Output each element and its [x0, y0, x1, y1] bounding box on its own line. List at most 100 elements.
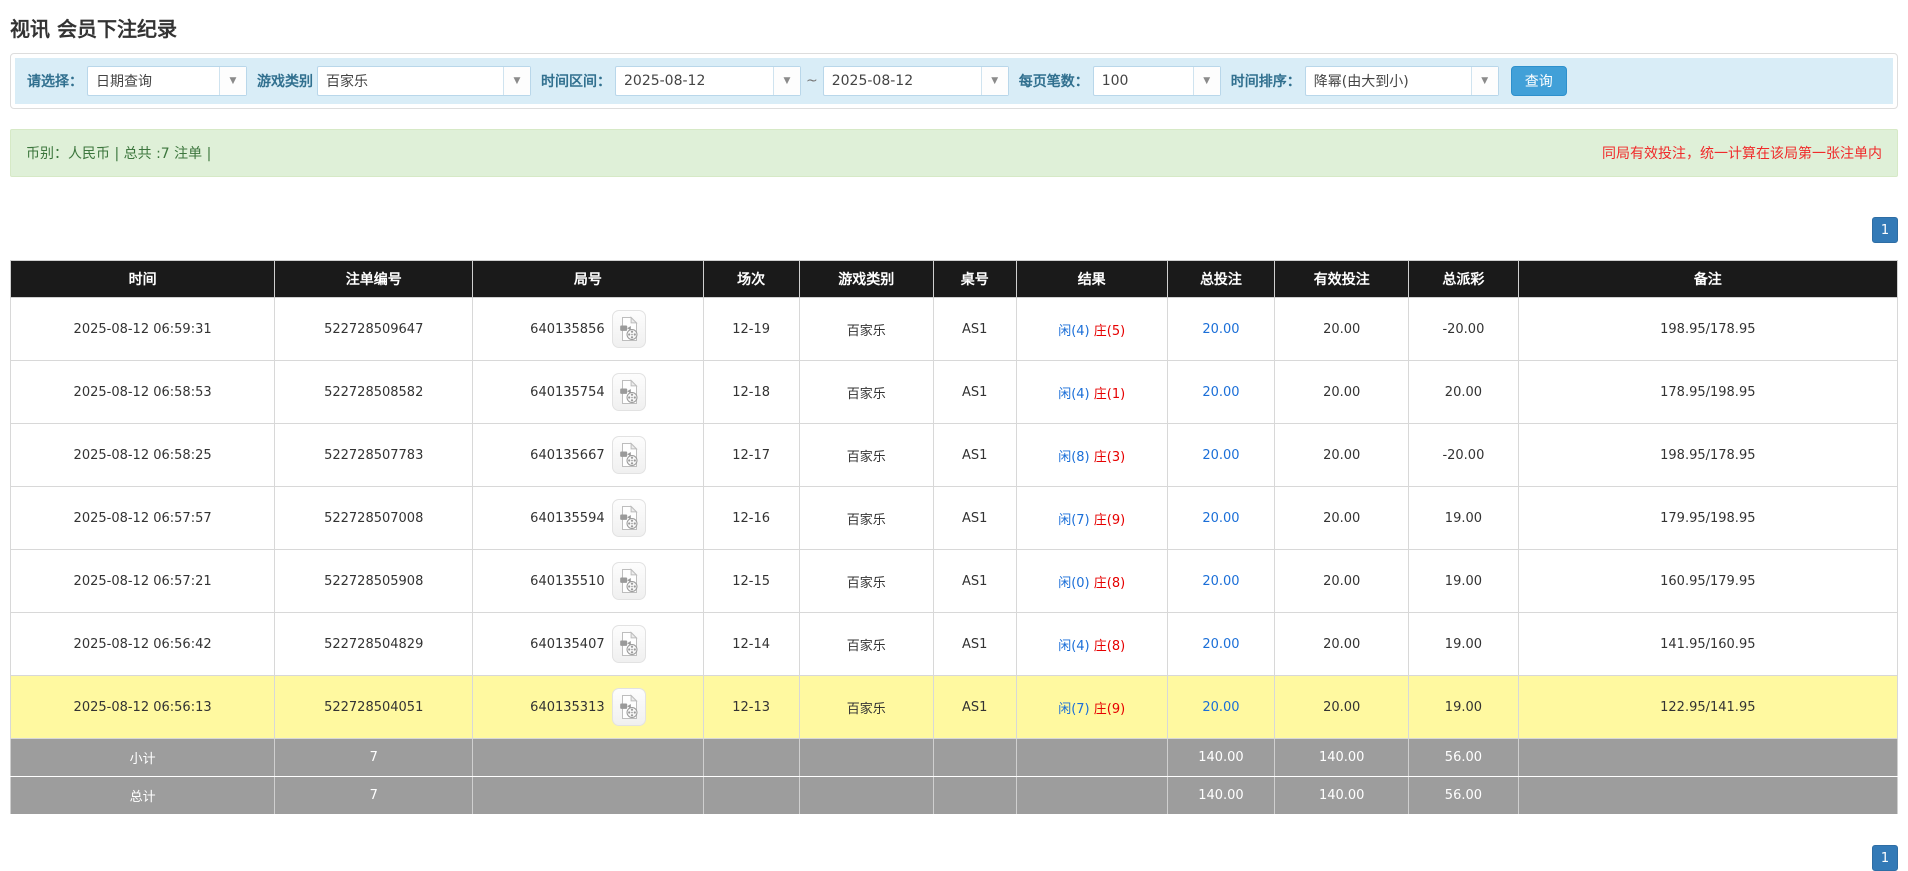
round-id-text: 640135667	[530, 448, 604, 463]
result-player: 闲(7)	[1058, 513, 1089, 528]
cell-game-type: 百家乐	[799, 424, 933, 487]
time-sort-value: 降幂(由大到小)	[1306, 67, 1471, 95]
cell-bet-id: 522728509647	[275, 298, 473, 361]
total-bet-link[interactable]: 20.00	[1202, 385, 1239, 400]
total-row-label: 总计	[11, 777, 275, 815]
cell-total-bet: 20.00	[1167, 676, 1275, 739]
total-bet-link[interactable]: 20.00	[1202, 574, 1239, 589]
video-file-icon	[619, 631, 639, 657]
cell-remark: 178.95/198.95	[1518, 361, 1897, 424]
subtotal-row-empty	[799, 739, 933, 777]
cell-session: 12-13	[703, 676, 799, 739]
cell-payout: 20.00	[1409, 361, 1518, 424]
total-row-empty	[1518, 777, 1897, 815]
cell-payout: 19.00	[1409, 487, 1518, 550]
column-header: 时间	[11, 261, 275, 298]
cell-total-bet: 20.00	[1167, 487, 1275, 550]
page-button-1[interactable]: 1	[1872, 217, 1898, 243]
cell-remark: 198.95/178.95	[1518, 298, 1897, 361]
date-from-select[interactable]: 2025-08-12 ▼	[615, 66, 801, 96]
game-type-select[interactable]: 百家乐 ▼	[317, 66, 531, 96]
cell-result: 闲(7) 庄(9)	[1016, 676, 1167, 739]
video-replay-button[interactable]	[612, 310, 646, 348]
cell-session: 12-14	[703, 613, 799, 676]
chevron-down-icon[interactable]: ▼	[981, 67, 1008, 95]
cell-round-id: 640135510	[473, 550, 703, 613]
cell-valid-bet: 20.00	[1275, 550, 1409, 613]
cell-total-bet: 20.00	[1167, 550, 1275, 613]
table-header-row: 时间注单编号局号场次游戏类别桌号结果总投注有效投注总派彩备注	[11, 261, 1898, 298]
table-row: 2025-08-12 06:58:53522728508582640135754…	[11, 361, 1898, 424]
chevron-down-icon[interactable]: ▼	[219, 67, 246, 95]
cell-session: 12-18	[703, 361, 799, 424]
chevron-down-icon[interactable]: ▼	[1193, 67, 1220, 95]
table-row: 2025-08-12 06:57:21522728505908640135510…	[11, 550, 1898, 613]
table-row: 2025-08-12 06:56:42522728504829640135407…	[11, 613, 1898, 676]
total-row-empty	[799, 777, 933, 815]
result-player: 闲(7)	[1058, 702, 1089, 717]
table-row: 2025-08-12 06:57:57522728507008640135594…	[11, 487, 1898, 550]
video-replay-button[interactable]	[612, 436, 646, 474]
total-row-empty	[1016, 777, 1167, 815]
summary-bar: 币别：人民币 | 总共 :7 注单 | 同局有效投注，统一计算在该局第一张注单内	[10, 129, 1898, 177]
chevron-down-icon[interactable]: ▼	[503, 67, 530, 95]
subtotal-row-count: 7	[275, 739, 473, 777]
cell-game-type: 百家乐	[799, 676, 933, 739]
time-sort-select[interactable]: 降幂(由大到小) ▼	[1305, 66, 1499, 96]
date-to-value: 2025-08-12	[824, 67, 981, 95]
chevron-down-icon[interactable]: ▼	[773, 67, 800, 95]
cell-valid-bet: 20.00	[1275, 487, 1409, 550]
subtotal-row-valid-bet: 140.00	[1275, 739, 1409, 777]
page-size-value: 100	[1094, 67, 1193, 95]
cell-result: 闲(8) 庄(3)	[1016, 424, 1167, 487]
cell-table-no: AS1	[933, 487, 1016, 550]
total-row-count: 7	[275, 777, 473, 815]
chevron-down-icon[interactable]: ▼	[1471, 67, 1498, 95]
page-root: 视讯 会员下注纪录 请选择： 日期查询 ▼ 游戏类别 百家乐 ▼ 时间区间： 2…	[0, 13, 1908, 871]
cell-game-type: 百家乐	[799, 487, 933, 550]
video-replay-button[interactable]	[612, 562, 646, 600]
cell-remark: 179.95/198.95	[1518, 487, 1897, 550]
video-file-icon	[619, 568, 639, 594]
table-row: 2025-08-12 06:56:13522728504051640135313…	[11, 676, 1898, 739]
cell-bet-id: 522728505908	[275, 550, 473, 613]
cell-remark: 198.95/178.95	[1518, 424, 1897, 487]
total-bet-link[interactable]: 20.00	[1202, 637, 1239, 652]
table-row: 2025-08-12 06:58:25522728507783640135667…	[11, 424, 1898, 487]
result-banker: 庄(5)	[1094, 324, 1125, 339]
filter-panel: 请选择： 日期查询 ▼ 游戏类别 百家乐 ▼ 时间区间： 2025-08-12 …	[10, 53, 1898, 109]
subtotal-row-empty	[1016, 739, 1167, 777]
total-bet-link[interactable]: 20.00	[1202, 700, 1239, 715]
cell-bet-id: 522728504829	[275, 613, 473, 676]
cell-session: 12-16	[703, 487, 799, 550]
cell-total-bet: 20.00	[1167, 613, 1275, 676]
cell-bet-id: 522728508582	[275, 361, 473, 424]
video-replay-button[interactable]	[612, 499, 646, 537]
total-bet-link[interactable]: 20.00	[1202, 322, 1239, 337]
total-row-valid-bet: 140.00	[1275, 777, 1409, 815]
cell-table-no: AS1	[933, 298, 1016, 361]
round-id-text: 640135407	[530, 637, 604, 652]
round-id-text: 640135510	[530, 574, 604, 589]
date-to-select[interactable]: 2025-08-12 ▼	[823, 66, 1009, 96]
cell-session: 12-15	[703, 550, 799, 613]
video-replay-button[interactable]	[612, 373, 646, 411]
cell-table-no: AS1	[933, 676, 1016, 739]
page-button-1[interactable]: 1	[1872, 845, 1898, 871]
result-banker: 庄(9)	[1094, 702, 1125, 717]
bet-records-table: 时间注单编号局号场次游戏类别桌号结果总投注有效投注总派彩备注 2025-08-1…	[10, 260, 1898, 815]
cell-valid-bet: 20.00	[1275, 361, 1409, 424]
cell-table-no: AS1	[933, 613, 1016, 676]
page-size-select[interactable]: 100 ▼	[1093, 66, 1221, 96]
video-replay-button[interactable]	[612, 625, 646, 663]
total-bet-link[interactable]: 20.00	[1202, 511, 1239, 526]
search-button[interactable]: 查询	[1511, 66, 1567, 96]
cell-remark: 160.95/179.95	[1518, 550, 1897, 613]
game-type-label: 游戏类别	[257, 71, 313, 91]
query-type-select[interactable]: 日期查询 ▼	[87, 66, 247, 96]
video-replay-button[interactable]	[612, 688, 646, 726]
cell-time: 2025-08-12 06:57:57	[11, 487, 275, 550]
total-bet-link[interactable]: 20.00	[1202, 448, 1239, 463]
pagination-bottom: 1	[10, 845, 1898, 871]
game-type-value: 百家乐	[318, 67, 503, 95]
